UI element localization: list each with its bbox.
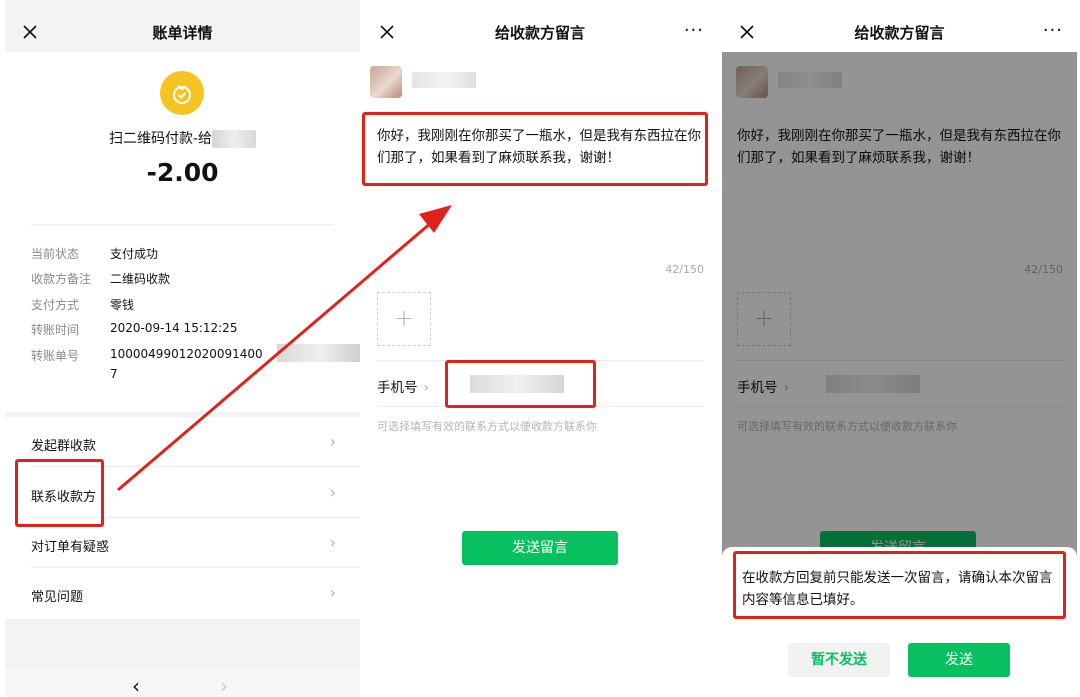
coin-icon [160, 71, 204, 115]
detail-value: 零钱 [110, 298, 135, 312]
detail-value: 7 [110, 367, 118, 381]
blurred-payee-name [212, 130, 257, 148]
menu-item-label: 对订单有疑惑 [31, 540, 110, 555]
chevron-right-icon: › [329, 533, 336, 552]
phone-label-text: 手机号 [377, 380, 418, 396]
top-bar: 账单详情 [5, 0, 360, 52]
leave-message-screen: 给收款方留言 ··· 你好，我刚刚在你那买了一瓶水，但是我有东西拉在你们那了，如… [362, 0, 718, 697]
divider [31, 224, 334, 225]
page-title: 给收款方留言 [854, 24, 945, 42]
blurred-order-number [277, 344, 360, 362]
page-title: 给收款方留言 [494, 24, 585, 42]
send-message-button[interactable]: 发送留言 [462, 531, 618, 565]
add-image-button[interactable]: + [377, 292, 431, 346]
chevron-right-icon: › [329, 483, 336, 502]
dont-send-button[interactable]: 暂不发送 [788, 643, 890, 677]
menu-item-label: 常见问题 [31, 590, 84, 605]
detail-value: 二维码收款 [110, 272, 171, 286]
char-counter: 42/150 [665, 263, 704, 276]
highlight-message [362, 112, 708, 186]
top-bar: 给收款方留言 ··· [722, 0, 1077, 52]
back-icon[interactable]: ‹ [132, 676, 140, 696]
forward-icon[interactable]: › [220, 676, 228, 696]
detail-key: 收款方备注 [31, 272, 92, 286]
detail-value: 2020-09-14 15:12:25 [110, 321, 238, 335]
chevron-right-icon: › [423, 380, 430, 396]
blurred-payee-name [412, 72, 476, 88]
phone-field-label[interactable]: 手机号 › [377, 376, 429, 396]
contact-hint: 可选择填写有效的联系方式以便收款方联系你 [377, 420, 597, 433]
browser-nav-bar: ‹ › [5, 670, 360, 697]
page-title: 账单详情 [152, 24, 213, 42]
detail-key: 支付方式 [31, 298, 80, 312]
payment-title: 扫二维码付款-给 [5, 128, 360, 148]
detail-key: 转账时间 [31, 323, 80, 337]
detail-key: 转账单号 [31, 349, 80, 363]
top-bar: 给收款方留言 ··· [362, 0, 718, 52]
plus-icon: + [393, 304, 415, 332]
highlight-dialog-text [733, 551, 1066, 619]
menu-item-label: 发起群收款 [31, 439, 97, 454]
chevron-right-icon: › [329, 583, 336, 602]
menu-item-faq[interactable]: 常见问题 › [5, 568, 360, 618]
highlight-contact-payee [15, 459, 104, 527]
detail-key: 当前状态 [31, 247, 80, 261]
payment-amount: -2.00 [146, 158, 219, 187]
confirm-send-button[interactable]: 发送 [908, 643, 1010, 677]
bill-detail-screen: 账单详情 扫二维码付款-给 -2.00 当前状态 支付成功 收款方备注 二维码收… [5, 0, 360, 697]
chevron-right-icon: › [329, 432, 336, 451]
more-icon[interactable]: ··· [1043, 22, 1063, 40]
highlight-phone [445, 360, 596, 408]
detail-value: 支付成功 [110, 247, 159, 261]
bill-summary-card: 扫二维码付款-给 -2.00 当前状态 支付成功 收款方备注 二维码收款 支付方… [5, 52, 360, 412]
more-icon[interactable]: ··· [684, 22, 704, 40]
payment-title-text: 扫二维码付款-给 [108, 131, 213, 147]
avatar [370, 66, 402, 98]
